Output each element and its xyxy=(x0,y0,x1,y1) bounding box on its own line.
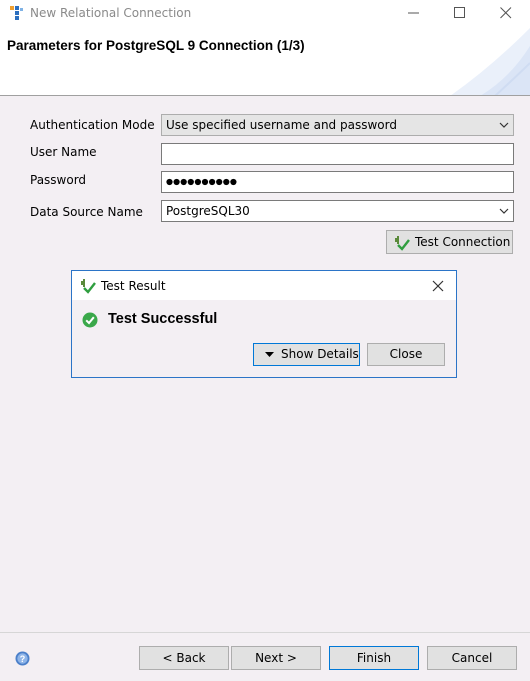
data-source-label: Data Source Name xyxy=(30,205,143,219)
password-dot xyxy=(209,178,216,186)
data-source-select[interactable]: PostgreSQL30 xyxy=(161,200,514,222)
password-mask xyxy=(166,178,237,186)
user-name-label: User Name xyxy=(30,145,97,159)
next-button[interactable]: Next > xyxy=(231,646,321,670)
close-icon[interactable] xyxy=(431,279,445,293)
close-button[interactable]: Close xyxy=(367,343,445,366)
data-source-value: PostgreSQL30 xyxy=(166,204,250,218)
minimize-button[interactable] xyxy=(391,0,437,26)
show-details-label: Show Details xyxy=(281,347,359,361)
dialog-titlebar: Test Result xyxy=(72,271,456,300)
window-title: New Relational Connection xyxy=(30,6,192,20)
svg-text:?: ? xyxy=(20,654,26,664)
auth-mode-select[interactable]: Use specified username and password xyxy=(161,114,514,136)
footer-divider xyxy=(0,632,530,633)
back-button[interactable]: < Back xyxy=(139,646,229,670)
wizard-banner: Parameters for PostgreSQL 9 Connection (… xyxy=(0,28,530,96)
password-dot xyxy=(223,178,230,186)
close-window-button[interactable] xyxy=(483,0,529,26)
password-dot xyxy=(216,178,223,186)
cancel-button[interactable]: Cancel xyxy=(427,646,517,670)
password-dot xyxy=(166,178,173,186)
connection-check-icon xyxy=(81,279,96,294)
dialog-title: Test Result xyxy=(101,279,166,293)
close-icon xyxy=(500,7,512,19)
cancel-label: Cancel xyxy=(451,651,493,665)
success-message: Test Successful xyxy=(108,311,218,327)
test-result-dialog: Test Result Test Successful Show Details… xyxy=(71,270,457,378)
password-dot xyxy=(230,178,237,186)
maximize-icon xyxy=(454,7,465,18)
password-dot xyxy=(187,178,194,186)
user-name-field[interactable] xyxy=(161,143,514,165)
password-dot xyxy=(201,178,209,186)
test-connection-label: Test Connection xyxy=(415,235,511,249)
help-icon[interactable]: ? xyxy=(15,651,30,666)
maximize-button[interactable] xyxy=(437,0,483,26)
back-label: < Back xyxy=(162,651,206,665)
auth-mode-label: Authentication Mode xyxy=(30,118,155,132)
chevron-down-icon xyxy=(499,208,509,214)
minimize-icon xyxy=(408,12,419,14)
password-label: Password xyxy=(30,173,87,187)
dialog-body: Test Successful Show Details Close xyxy=(72,300,456,377)
close-label: Close xyxy=(389,347,423,361)
chevron-down-icon xyxy=(499,122,509,128)
auth-mode-value: Use specified username and password xyxy=(166,118,397,132)
triangle-down-icon xyxy=(265,352,274,357)
page-title: Parameters for PostgreSQL 9 Connection (… xyxy=(7,38,305,53)
window-titlebar: New Relational Connection xyxy=(0,0,530,28)
password-dot xyxy=(194,178,201,186)
app-logo-icon xyxy=(10,6,23,20)
password-dot xyxy=(180,178,187,186)
success-check-icon xyxy=(82,312,98,328)
connection-check-icon xyxy=(395,236,410,251)
finish-label: Finish xyxy=(356,651,392,665)
show-details-button[interactable]: Show Details xyxy=(253,343,360,366)
banner-decoration xyxy=(451,28,530,95)
password-dot xyxy=(173,178,180,186)
finish-button[interactable]: Finish xyxy=(329,646,419,670)
test-connection-button[interactable]: Test Connection xyxy=(386,230,513,254)
next-label: Next > xyxy=(255,651,297,665)
